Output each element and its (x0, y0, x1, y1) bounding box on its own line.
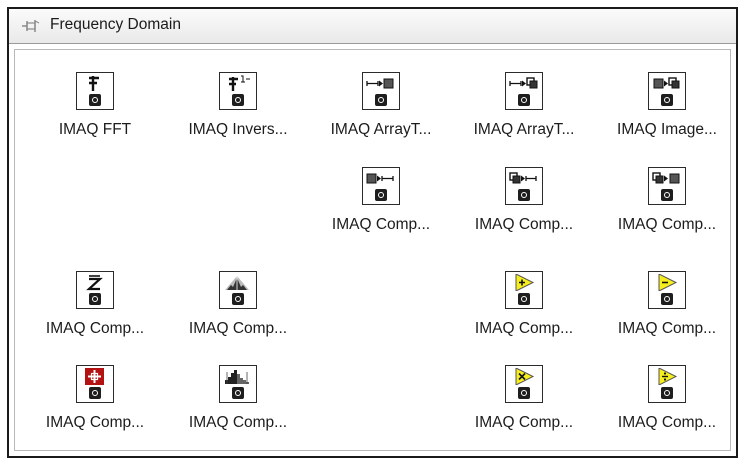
palette-item-complex-flip-frequency[interactable]: IMAQ Comp... (166, 271, 310, 355)
connector-icon (89, 387, 101, 399)
connector-icon (232, 387, 244, 399)
complex-attenuate-icon (85, 368, 104, 385)
palette-item-complex-plane-to-image[interactable]: IMAQ Comp... (595, 167, 739, 251)
connector-icon (232, 94, 244, 106)
connector-icon (232, 293, 244, 305)
palette-item-complex-conjugate[interactable]: IMAQ Comp... (23, 271, 167, 355)
function-palette: Frequency Domain IMAQ FFT IMAQ Invers...… (7, 7, 738, 458)
complex-multiply-icon (515, 368, 535, 385)
connector-icon (89, 94, 101, 106)
palette-item-complex-add[interactable]: IMAQ Comp... (452, 271, 596, 355)
complex-plane-to-array-icon (509, 172, 537, 184)
item-label: IMAQ Comp... (45, 320, 145, 337)
item-label: IMAQ Comp... (474, 320, 574, 337)
palette-item-complex-attenuate[interactable]: IMAQ Comp... (23, 365, 167, 449)
item-label: IMAQ Invers... (188, 121, 288, 138)
connector-icon (661, 293, 673, 305)
connector-icon (661, 387, 673, 399)
connector-icon (89, 293, 101, 305)
item-label: IMAQ Comp... (331, 216, 431, 233)
connector-icon (661, 189, 673, 201)
item-label: IMAQ Comp... (474, 414, 574, 431)
array-to-complex-image-icon (366, 78, 394, 89)
palette-body: IMAQ FFT IMAQ Invers... IMAQ ArrayT... I… (14, 49, 731, 451)
item-label: IMAQ Comp... (45, 414, 145, 431)
pin-icon[interactable] (21, 18, 41, 34)
palette-item-image-to-complex-plane[interactable]: IMAQ Image... (595, 72, 739, 156)
complex-conjugate-icon (86, 275, 103, 291)
complex-divide-icon (658, 368, 678, 385)
array-to-complex-plane-icon (509, 77, 538, 89)
complex-plane-to-image-icon (652, 172, 680, 184)
connector-icon (518, 94, 530, 106)
image-to-complex-plane-icon (653, 77, 680, 89)
complex-subtract-icon (658, 274, 678, 291)
palette-item-complex-plane-to-array[interactable]: IMAQ Comp... (452, 167, 596, 251)
item-label: IMAQ Comp... (474, 216, 574, 233)
complex-add-icon (515, 274, 535, 291)
item-label: IMAQ Comp... (617, 320, 717, 337)
connector-icon (375, 189, 387, 201)
inverse-fft-icon (229, 75, 250, 91)
connector-icon (661, 94, 673, 106)
item-label: IMAQ ArrayT... (330, 121, 432, 138)
item-label: IMAQ ArrayT... (473, 121, 575, 138)
palette-title-bar[interactable]: Frequency Domain (9, 9, 736, 44)
item-label: IMAQ Comp... (188, 320, 288, 337)
palette-item-complex-image-to-array[interactable]: IMAQ Comp... (309, 167, 453, 251)
connector-icon (518, 189, 530, 201)
palette-item-complex-divide[interactable]: IMAQ Comp... (595, 365, 739, 449)
palette-item-inverse-fft[interactable]: IMAQ Invers... (166, 72, 310, 156)
complex-image-to-array-icon (366, 173, 394, 184)
palette-item-complex-subtract[interactable]: IMAQ Comp... (595, 271, 739, 355)
palette-title: Frequency Domain (50, 16, 181, 33)
connector-icon (518, 293, 530, 305)
item-label: IMAQ Comp... (188, 414, 288, 431)
palette-item-array-to-complex-plane[interactable]: IMAQ ArrayT... (452, 72, 596, 156)
connector-icon (518, 387, 530, 399)
fft-icon (89, 76, 99, 91)
item-label: IMAQ FFT (58, 121, 132, 138)
palette-item-fft[interactable]: IMAQ FFT (23, 72, 167, 156)
connector-icon (375, 94, 387, 106)
palette-item-array-to-complex-image[interactable]: IMAQ ArrayT... (309, 72, 453, 156)
item-label: IMAQ Comp... (617, 414, 717, 431)
item-label: IMAQ Image... (617, 121, 717, 138)
palette-item-complex-multiply[interactable]: IMAQ Comp... (452, 365, 596, 449)
palette-item-complex-truncate[interactable]: IMAQ Comp... (166, 365, 310, 449)
complex-flip-frequency-icon (225, 276, 249, 290)
complex-truncate-icon (225, 370, 249, 384)
item-label: IMAQ Comp... (617, 216, 717, 233)
